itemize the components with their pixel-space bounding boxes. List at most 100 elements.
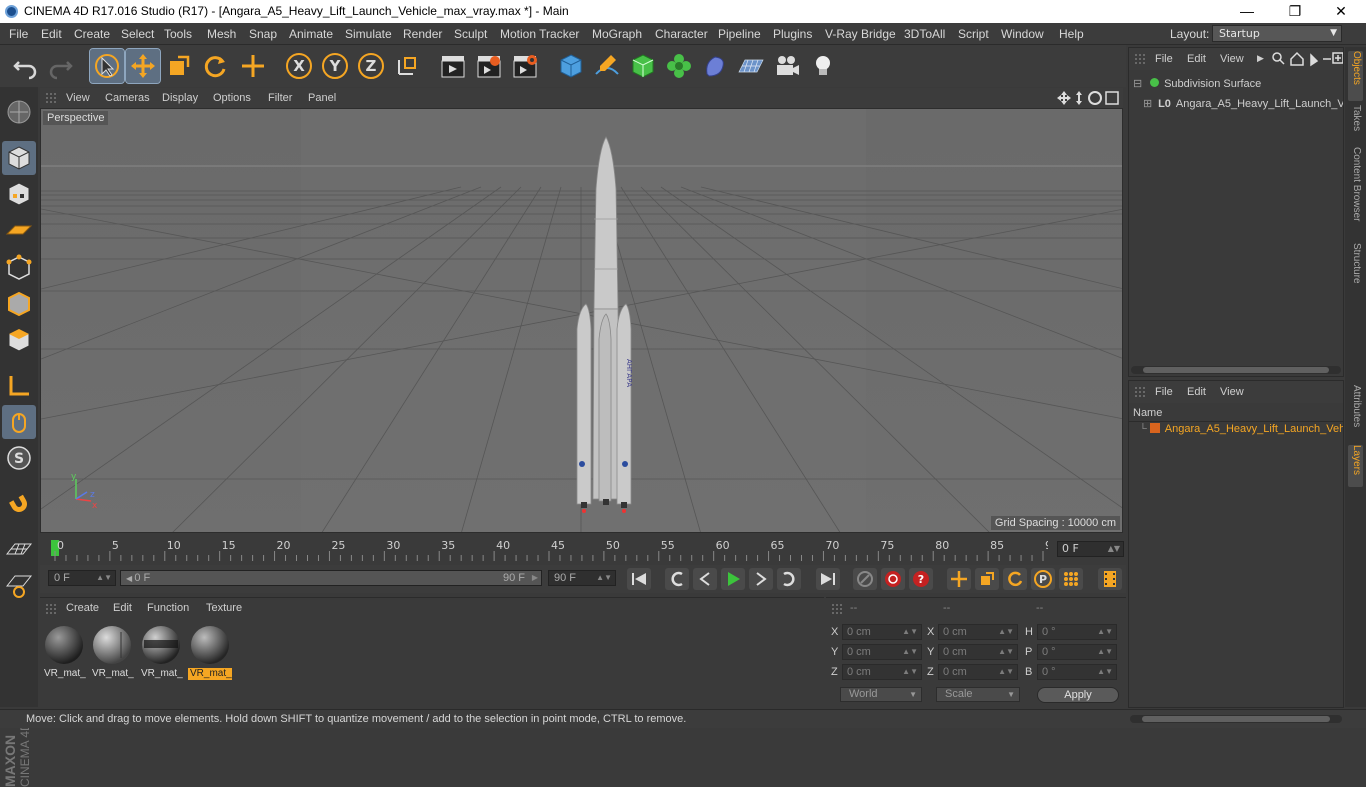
camera-button[interactable] <box>770 49 804 83</box>
layers-menu-edit[interactable]: Edit <box>1187 386 1206 398</box>
objects-menu-edit[interactable]: Edit <box>1187 53 1206 65</box>
menu-character[interactable]: Character <box>655 27 708 41</box>
deformer-button[interactable] <box>698 49 732 83</box>
rot-b-field[interactable]: 0 ° ▲▼ <box>1037 664 1117 680</box>
max-time-field[interactable]: 90 F ▲▼ <box>548 570 616 586</box>
menu-render[interactable]: Render <box>403 27 442 41</box>
points-mode-button[interactable] <box>2 251 36 285</box>
size-mode-dropdown[interactable]: Scale ▼ <box>936 687 1020 702</box>
menu-window[interactable]: Window <box>1001 27 1044 41</box>
goto-end-button[interactable] <box>816 568 840 590</box>
menu-animate[interactable]: Animate <box>289 27 333 41</box>
recent-tool[interactable] <box>236 49 270 83</box>
viewport-menu-panel[interactable]: Panel <box>308 92 336 104</box>
material-menu-create[interactable]: Create <box>66 602 99 614</box>
rot-p-field[interactable]: 0 ° ▲▼ <box>1037 644 1117 660</box>
previous-key-button[interactable] <box>665 568 689 590</box>
redo-button[interactable] <box>44 49 78 83</box>
menu-file[interactable]: File <box>9 27 28 41</box>
tab-objects[interactable]: Objects <box>1348 51 1363 101</box>
pen-spline-button[interactable] <box>590 49 624 83</box>
material-menu-edit[interactable]: Edit <box>113 602 132 614</box>
snap-button[interactable] <box>2 487 36 521</box>
perspective-viewport[interactable]: АНГАРА y x z Perspective Grid Spacing : … <box>40 108 1123 533</box>
enable-axis-button[interactable] <box>2 369 36 403</box>
tree-expander-icon[interactable]: ⊟ <box>1133 77 1145 90</box>
locked-workplane-button[interactable] <box>2 569 36 603</box>
tree-expander-icon[interactable]: ⊞ <box>1143 97 1155 110</box>
render-picture-viewer-button[interactable] <box>472 49 506 83</box>
close-button[interactable]: ✕ <box>1318 0 1364 23</box>
next-frame-button[interactable] <box>749 568 773 590</box>
menu-motion-tracker[interactable]: Motion Tracker <box>500 27 579 41</box>
menu-help[interactable]: Help <box>1059 27 1084 41</box>
menu-simulate[interactable]: Simulate <box>345 27 392 41</box>
tweak-mode-button[interactable] <box>2 405 36 439</box>
next-key-button[interactable] <box>777 568 801 590</box>
viewport-navigation-icons[interactable] <box>1057 90 1119 106</box>
size-x-field[interactable]: 0 cm ▲▼ <box>938 624 1018 640</box>
z-axis-lock[interactable]: Z <box>354 49 388 83</box>
objects-menu-view[interactable]: View <box>1220 53 1244 65</box>
object-manager-tools[interactable] <box>1271 51 1343 67</box>
play-button[interactable] <box>721 568 745 590</box>
menu-edit[interactable]: Edit <box>41 27 62 41</box>
menu-script[interactable]: Script <box>958 27 989 41</box>
key-parameter-button[interactable]: P <box>1031 568 1055 590</box>
cube-object-button[interactable] <box>554 49 588 83</box>
key-position-button[interactable] <box>947 568 971 590</box>
chevron-right-icon[interactable]: ▶ <box>1257 53 1264 64</box>
material-menu-texture[interactable]: Texture <box>206 602 242 614</box>
object-row-angara[interactable]: ⊞ L0 Angara_A5_Heavy_Lift_Launch_Vehicle <box>1143 97 1343 110</box>
workplane-mode-button[interactable] <box>2 213 36 247</box>
undo-button[interactable] <box>8 49 42 83</box>
autokey-button[interactable]: ? <box>909 568 933 590</box>
tab-content-browser[interactable]: Content Browser <box>1348 147 1363 237</box>
minimize-button[interactable]: — <box>1224 0 1270 23</box>
material-swatch-selected[interactable]: VR_mat_ <box>188 622 232 680</box>
viewport-menu-filter[interactable]: Filter <box>268 92 292 104</box>
coordinate-system-button[interactable] <box>390 49 424 83</box>
layers-menu-file[interactable]: File <box>1155 386 1173 398</box>
coordinate-space-dropdown[interactable]: World ▼ <box>840 687 922 702</box>
menu-mesh[interactable]: Mesh <box>207 27 236 41</box>
live-selection-tool[interactable] <box>89 48 125 84</box>
record-off-button[interactable] <box>853 568 877 590</box>
scrollbar-thumb[interactable] <box>1142 716 1330 722</box>
texture-mode-button[interactable] <box>2 177 36 211</box>
menu-pipeline[interactable]: Pipeline <box>718 27 761 41</box>
scale-tool[interactable] <box>162 49 196 83</box>
previous-frame-button[interactable] <box>693 568 717 590</box>
cloner-button[interactable] <box>662 49 696 83</box>
timeline-window-button[interactable] <box>1098 568 1122 590</box>
current-frame-field[interactable]: 0 F ▲▼ <box>1057 541 1124 557</box>
solo-button[interactable]: S <box>2 441 36 475</box>
layer-name-column-header[interactable]: Name <box>1133 407 1339 419</box>
key-rotation-button[interactable] <box>1003 568 1027 590</box>
size-y-field[interactable]: 0 cm ▲▼ <box>938 644 1018 660</box>
menu-3dtoall[interactable]: 3DToAll <box>904 27 945 41</box>
layer-row-angara[interactable]: └ Angara_A5_Heavy_Lift_Launch_Vehicle <box>1139 423 1343 435</box>
layout-dropdown[interactable]: Startup ▼ <box>1212 25 1342 42</box>
rotate-tool[interactable] <box>198 49 232 83</box>
render-settings-button[interactable] <box>508 49 542 83</box>
menu-vray-bridge[interactable]: V-Ray Bridge <box>825 27 896 41</box>
floor-button[interactable] <box>734 49 768 83</box>
record-active-button[interactable] <box>881 568 905 590</box>
status-scrollbar[interactable] <box>1130 715 1342 723</box>
x-axis-lock[interactable]: X <box>282 49 316 83</box>
make-editable-button[interactable] <box>2 95 36 129</box>
key-pla-button[interactable] <box>1059 568 1083 590</box>
menu-tools[interactable]: Tools <box>164 27 192 41</box>
restore-button[interactable]: ❐ <box>1272 0 1318 23</box>
subdivision-surface-button[interactable] <box>626 49 660 83</box>
key-scale-button[interactable] <box>975 568 999 590</box>
material-swatch[interactable]: VR_mat_ <box>90 622 134 680</box>
pos-z-field[interactable]: 0 cm ▲▼ <box>842 664 922 680</box>
viewport-menu-options[interactable]: Options <box>213 92 251 104</box>
material-menu-function[interactable]: Function <box>147 602 189 614</box>
menu-sculpt[interactable]: Sculpt <box>454 27 487 41</box>
layers-menu-view[interactable]: View <box>1220 386 1244 398</box>
tab-attributes[interactable]: Attributes <box>1348 385 1363 441</box>
menu-select[interactable]: Select <box>121 27 154 41</box>
